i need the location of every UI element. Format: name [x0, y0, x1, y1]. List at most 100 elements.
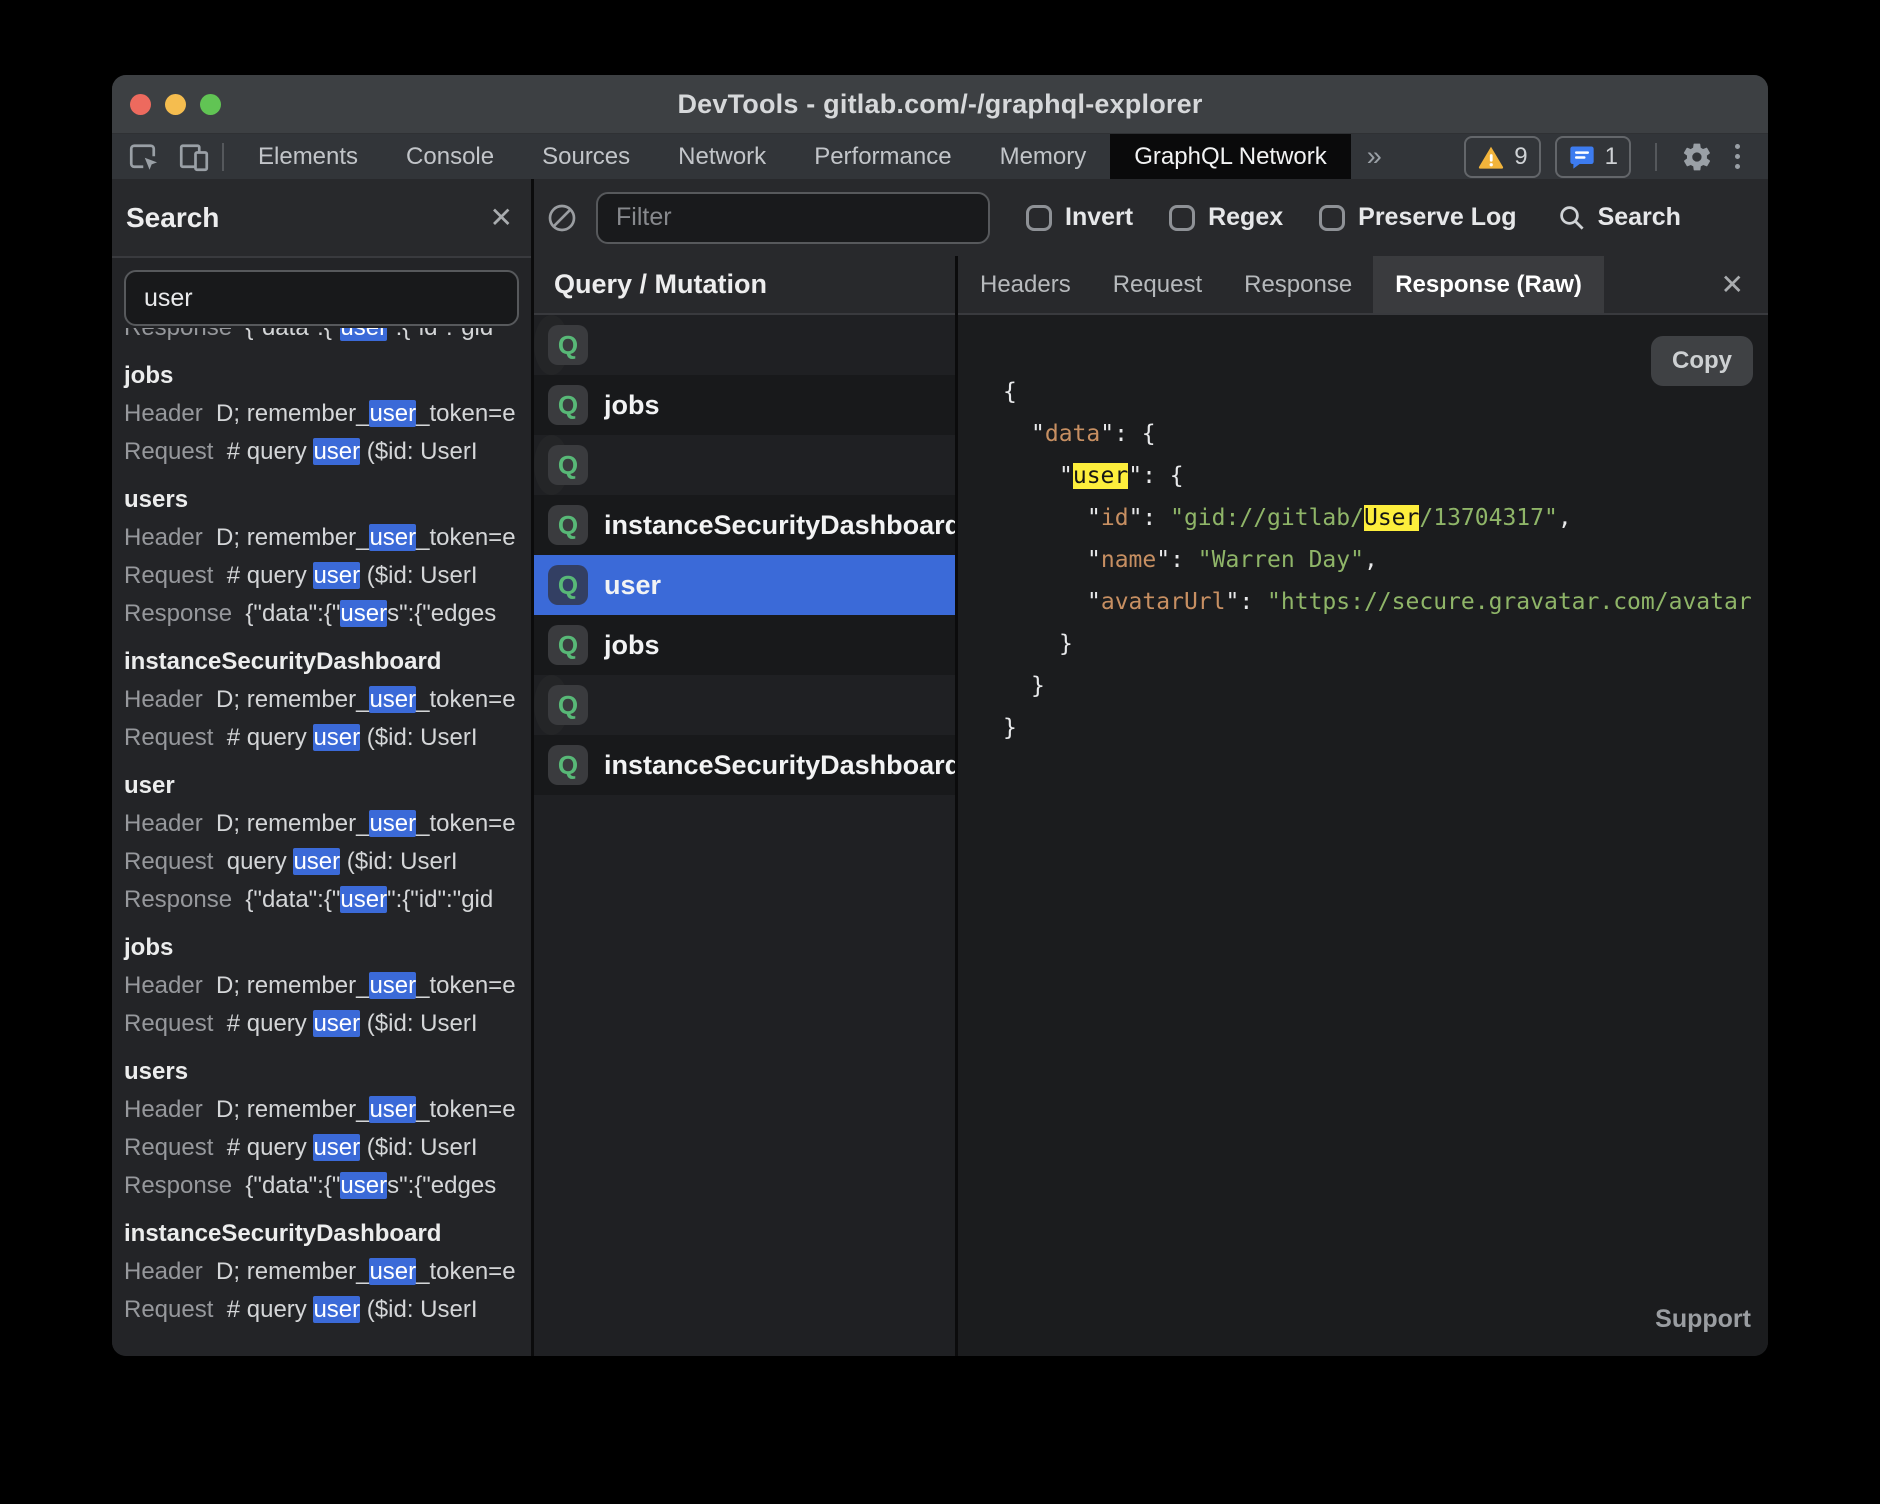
query-list-item-instanceSecurityDashboard[interactable]: QinstanceSecurityDashboard [534, 735, 955, 795]
kebab-menu-icon[interactable] [1727, 144, 1748, 169]
search-result-line[interactable]: Request query user ($id: UserI [112, 843, 531, 881]
match-highlight: user [369, 972, 416, 999]
search-result-line[interactable]: Header D; remember_user_token=e [112, 395, 531, 433]
devtools-window: DevTools - gitlab.com/-/graphql-explorer… [112, 75, 1768, 1356]
search-toggle[interactable]: Search [1557, 203, 1681, 233]
search-result-line[interactable]: Response {"data":{"user":{"id":"gid [112, 328, 531, 347]
query-list-item-instanceSecurityDashboard[interactable]: QinstanceSecurityDashboard [534, 495, 955, 555]
detail-tab-response[interactable]: Response [1223, 256, 1373, 313]
search-result-line[interactable]: Header D; remember_user_token=e [112, 805, 531, 843]
preserve-log-checkbox-group[interactable]: Preserve Log [1319, 203, 1516, 232]
tab-sources[interactable]: Sources [518, 134, 654, 179]
json-line: } [1003, 707, 1768, 749]
search-result-line[interactable]: Request # query user ($id: UserI [112, 1005, 531, 1043]
zoom-window-button[interactable] [200, 94, 221, 115]
query-list-item-jobs[interactable]: Qjobs [534, 615, 955, 675]
device-toolbar-icon[interactable] [176, 139, 212, 175]
detail-tab-response-raw[interactable]: Response (Raw) [1373, 256, 1604, 313]
tab-network[interactable]: Network [654, 134, 790, 179]
search-result-entry: jobsHeader D; remember_user_token=eReque… [112, 929, 531, 1043]
regex-checkbox-group[interactable]: Regex [1169, 203, 1283, 232]
query-list-item-user[interactable]: Quser [534, 315, 569, 375]
window-title: DevTools - gitlab.com/-/graphql-explorer [677, 89, 1202, 120]
match-highlight: user [369, 810, 416, 837]
query-list-item-user[interactable]: Quser [534, 555, 955, 615]
result-text: _token=e [416, 972, 515, 999]
search-result-line[interactable]: Response {"data":{"users":{"edges [112, 1167, 531, 1205]
match-highlight: user [313, 724, 360, 751]
minimize-window-button[interactable] [165, 94, 186, 115]
result-heading: users [112, 1053, 531, 1091]
tab-memory[interactable]: Memory [976, 134, 1111, 179]
detail-tab-headers[interactable]: Headers [959, 256, 1092, 313]
result-text: ($id: UserI [360, 724, 477, 751]
query-list-item-users[interactable]: Qusers [534, 675, 569, 735]
match-highlight: user [340, 886, 387, 913]
tab-console[interactable]: Console [382, 134, 518, 179]
search-result-line[interactable]: Request # query user ($id: UserI [112, 1129, 531, 1167]
search-close-icon[interactable]: ✕ [472, 201, 531, 234]
clear-log-icon[interactable] [546, 202, 578, 234]
detail-tab-request[interactable]: Request [1092, 256, 1223, 313]
more-tabs-chevron[interactable]: » [1351, 134, 1398, 179]
json-line: "data": { [1003, 413, 1768, 455]
search-result-line[interactable]: Header D; remember_user_token=e [112, 519, 531, 557]
query-type-badge: Q [548, 745, 588, 785]
json-token: " [1087, 589, 1101, 615]
toolbar-divider [222, 143, 224, 171]
search-result-line[interactable]: Request # query user ($id: UserI [112, 433, 531, 471]
tab-elements[interactable]: Elements [234, 134, 382, 179]
query-type-badge: Q [548, 565, 588, 605]
query-type-badge: Q [548, 445, 588, 485]
result-text: ($id: UserI [360, 1010, 477, 1037]
search-result-line[interactable]: Header D; remember_user_token=e [112, 681, 531, 719]
result-text: D; remember_ [203, 524, 370, 551]
tab-graphql-network[interactable]: GraphQL Network [1110, 134, 1351, 179]
search-result-line[interactable]: Request # query user ($id: UserI [112, 557, 531, 595]
warning-icon [1477, 143, 1505, 171]
messages-badge[interactable]: 1 [1555, 136, 1631, 178]
preserve-log-checkbox[interactable] [1319, 205, 1345, 231]
result-text: s":{"edges [387, 1172, 496, 1199]
result-line-label: Request [124, 1296, 213, 1323]
json-line: "id": "gid://gitlab/User/13704317", [1003, 497, 1768, 539]
query-list-item-users[interactable]: Qusers [534, 435, 569, 495]
close-window-button[interactable] [130, 94, 151, 115]
match-highlight: User [1364, 505, 1419, 531]
invert-checkbox[interactable] [1026, 205, 1052, 231]
result-line-label: Request [124, 848, 213, 875]
detail-close-icon[interactable]: ✕ [1703, 268, 1762, 301]
search-result-line[interactable]: Header D; remember_user_token=e [112, 1253, 531, 1291]
inspect-element-icon[interactable] [126, 139, 162, 175]
match-highlight: user [293, 848, 340, 875]
search-result-line[interactable]: Header D; remember_user_token=e [112, 967, 531, 1005]
regex-checkbox[interactable] [1169, 205, 1195, 231]
result-text: # query [213, 1134, 313, 1161]
json-token: ": [1225, 589, 1267, 615]
search-result-line[interactable]: Response {"data":{"users":{"edges [112, 595, 531, 633]
result-text: # query [213, 1296, 313, 1323]
json-token: " [1087, 505, 1101, 531]
search-result-line[interactable]: Request # query user ($id: UserI [112, 719, 531, 757]
search-result-line[interactable]: Header D; remember_user_token=e [112, 1091, 531, 1129]
result-text: D; remember_ [203, 1258, 370, 1285]
search-result-entry: userHeader D; remember_user_token=eReque… [112, 767, 531, 919]
support-link[interactable]: Support [1655, 1305, 1751, 1334]
search-input[interactable] [124, 270, 519, 326]
filter-input[interactable] [596, 192, 990, 244]
result-text: # query [213, 1010, 313, 1037]
search-result-line[interactable]: Response {"data":{"user":{"id":"gid [112, 881, 531, 919]
result-text: query [213, 848, 293, 875]
match-highlight: user [313, 438, 360, 465]
query-list-item-jobs[interactable]: Qjobs [534, 375, 955, 435]
search-result-line[interactable]: Request # query user ($id: UserI [112, 1291, 531, 1329]
settings-gear-icon[interactable] [1681, 141, 1713, 173]
invert-checkbox-group[interactable]: Invert [1026, 203, 1133, 232]
result-text: _token=e [416, 686, 515, 713]
warnings-badge[interactable]: 9 [1464, 136, 1540, 178]
result-line-label: Response [124, 886, 232, 913]
tab-performance[interactable]: Performance [790, 134, 975, 179]
json-token: /13704317" [1419, 505, 1557, 531]
json-token: ": { [1100, 421, 1155, 447]
search-result-entry: usersHeader D; remember_user_token=eRequ… [112, 1053, 531, 1205]
